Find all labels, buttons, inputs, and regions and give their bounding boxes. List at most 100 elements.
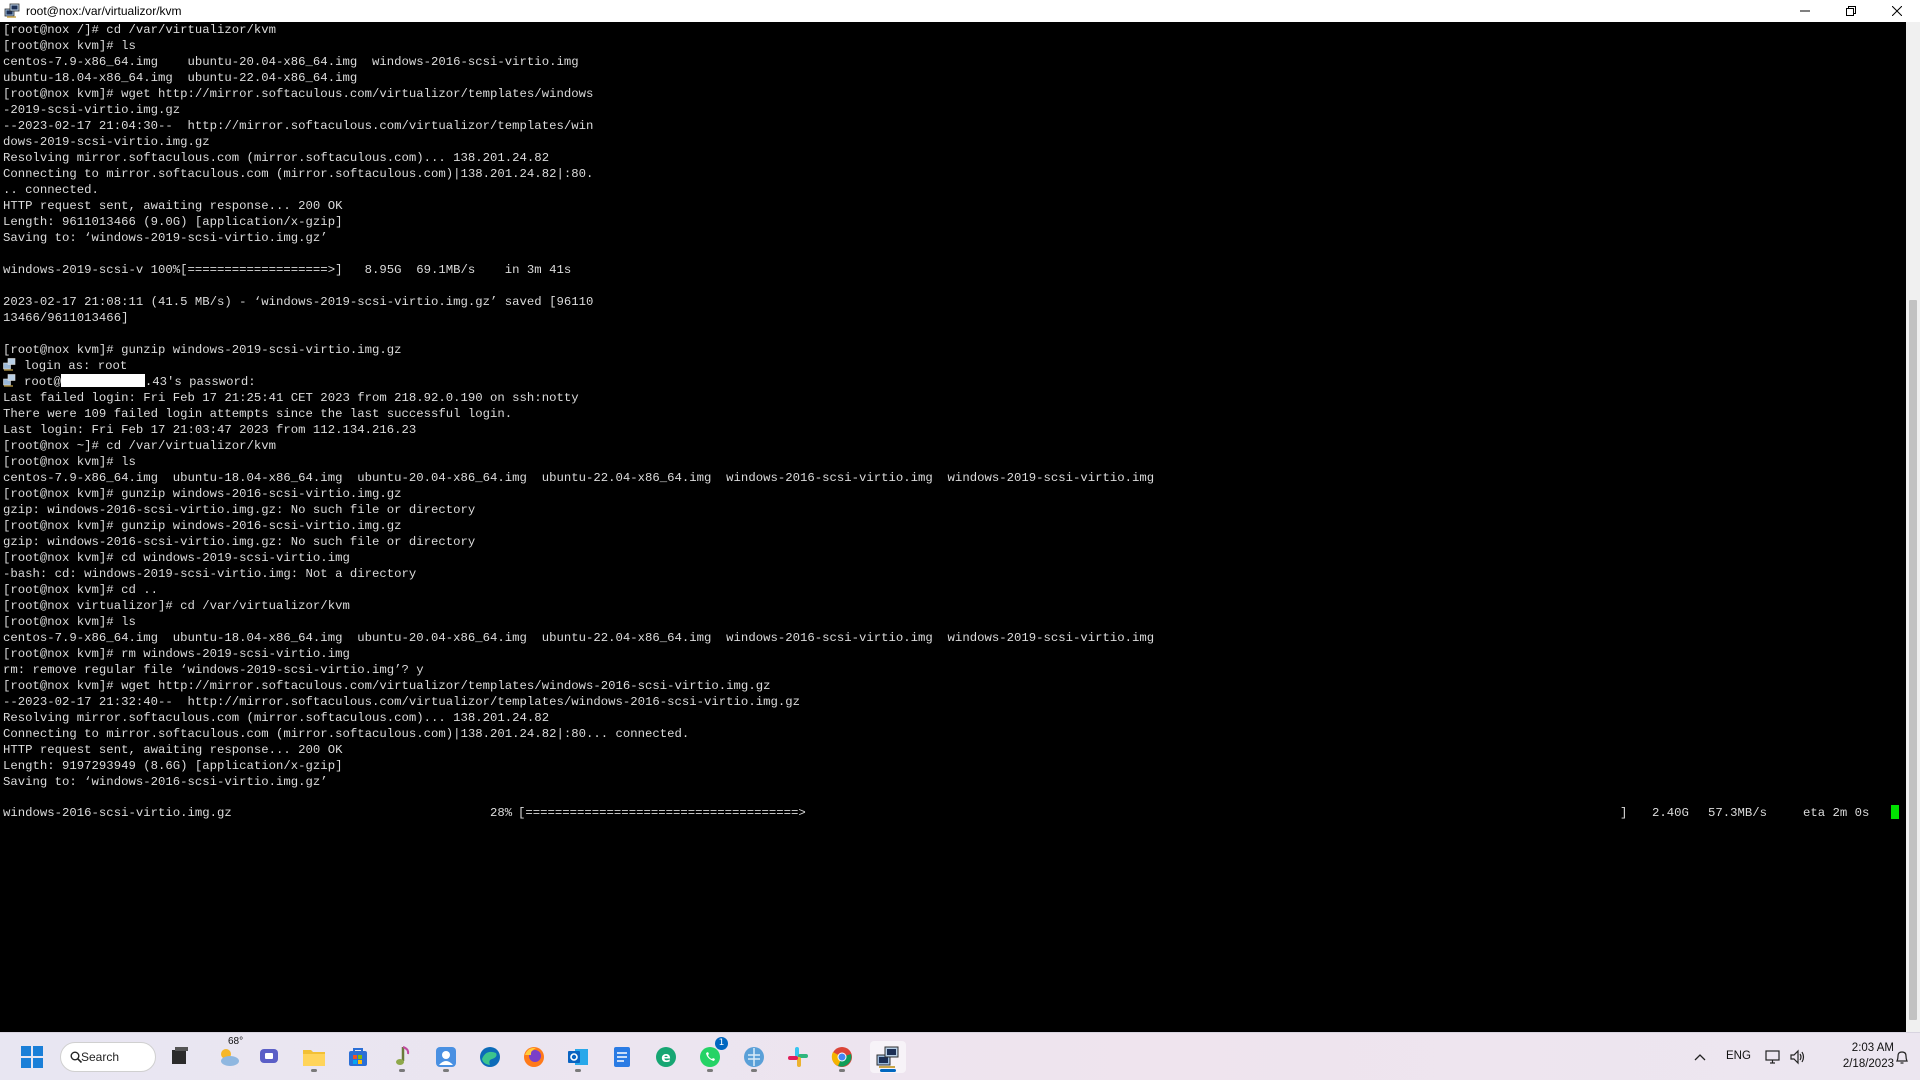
terminal-line: gzip: windows-2016-scsi-virtio.img.gz: N… xyxy=(3,535,476,549)
language-indicator[interactable]: ENG xyxy=(1726,1050,1751,1062)
running-indicator xyxy=(839,1069,845,1072)
progress-percent: 28% xyxy=(490,806,513,820)
running-indicator xyxy=(751,1069,757,1072)
volume-icon[interactable] xyxy=(1786,1041,1810,1073)
terminal-line: Saving to: ‘windows-2016-scsi-virtio.img… xyxy=(3,775,328,789)
task-view-icon[interactable] xyxy=(164,1041,196,1073)
scrollbar-thumb[interactable] xyxy=(1909,300,1917,1020)
taskbar-search[interactable]: Search xyxy=(60,1042,156,1072)
progress-eta: eta 2m 0s xyxy=(1803,806,1870,820)
progress-bar: [=====================================> xyxy=(518,806,806,820)
audio-app-icon[interactable] xyxy=(386,1041,418,1073)
terminal-line: Connecting to mirror.softaculous.com (mi… xyxy=(3,167,594,181)
terminal-line: [root@nox kvm]# cd .. xyxy=(3,583,158,597)
progress-bar-end: ] xyxy=(1620,806,1628,820)
clock[interactable]: 2:03 AM 2/18/2023 xyxy=(1814,1041,1894,1073)
terminal-line: ubuntu-18.04-x86_64.img ubuntu-22.04-x86… xyxy=(3,71,358,85)
running-indicator xyxy=(575,1069,581,1072)
terminal-line: centos-7.9-x86_64.img ubuntu-18.04-x86_6… xyxy=(3,631,1155,645)
teams-chat-icon[interactable] xyxy=(254,1041,286,1073)
putty-session-icon xyxy=(3,358,16,371)
terminal-line: [root@nox ~]# cd /var/virtualizor/kvm xyxy=(3,439,277,453)
terminal-line: dows-2019-scsi-virtio.img.gz xyxy=(3,135,210,149)
terminal-line: gzip: windows-2016-scsi-virtio.img.gz: N… xyxy=(3,503,476,517)
terminal-line: [root@nox kvm]# gunzip windows-2016-scsi… xyxy=(3,487,402,501)
password-prompt-prefix: root@ xyxy=(24,375,61,389)
terminal-line: [root@nox kvm]# gunzip windows-2016-scsi… xyxy=(3,519,402,533)
terminal-line: --2023-02-17 21:32:40-- http://mirror.so… xyxy=(3,695,800,709)
edge-alt-icon[interactable]: e xyxy=(650,1041,682,1073)
terminal-line: [root@nox kvm]# ls xyxy=(3,615,136,629)
terminal-output[interactable]: [root@nox /]# cd /var/virtualizor/kvm [ro… xyxy=(0,22,1906,1032)
terminal-line: [root@nox kvm]# rm windows-2019-scsi-vir… xyxy=(3,647,350,661)
terminal-line: -bash: cd: windows-2019-scsi-virtio.img:… xyxy=(3,567,417,581)
running-indicator xyxy=(707,1069,713,1072)
whatsapp-notification-badge: 1 xyxy=(715,1037,728,1050)
window-title-bar[interactable]: root@nox:/var/virtualizor/kvm xyxy=(0,0,1920,22)
notepad-icon[interactable] xyxy=(606,1041,638,1073)
terminal-line: root@ .43's password: xyxy=(3,374,1906,390)
network-status-icon[interactable] xyxy=(1762,1041,1786,1073)
running-indicator xyxy=(399,1069,405,1072)
terminal-line: Saving to: ‘windows-2019-scsi-virtio.img… xyxy=(3,231,328,245)
network-app-icon[interactable] xyxy=(738,1041,770,1073)
terminal-line: centos-7.9-x86_64.img ubuntu-18.04-x86_6… xyxy=(3,471,1155,485)
terminal-line: centos-7.9-x86_64.img ubuntu-20.04-x86_6… xyxy=(3,55,579,69)
terminal-line: [root@nox kvm]# ls xyxy=(3,455,136,469)
start-button-icon[interactable] xyxy=(16,1041,48,1073)
firefox-icon[interactable] xyxy=(518,1041,550,1073)
terminal-line: [root@nox virtualizor]# cd /var/virtuali… xyxy=(3,599,350,613)
clock-time: 2:03 AM xyxy=(1851,1042,1894,1054)
close-button[interactable] xyxy=(1874,0,1920,22)
terminal-line: [root@nox kvm]# wget http://mirror.softa… xyxy=(3,679,771,693)
putty-session-icon xyxy=(3,374,16,387)
terminal-line: rm: remove regular file ‘windows-2019-sc… xyxy=(3,663,424,677)
running-indicator xyxy=(443,1069,449,1072)
window-title: root@nox:/var/virtualizor/kvm xyxy=(26,4,182,18)
contacts-app-icon[interactable] xyxy=(430,1041,462,1073)
whatsapp-icon[interactable]: 1 xyxy=(694,1037,728,1073)
terminal-line: Length: 9197293949 (8.6G) [application/x… xyxy=(3,759,343,773)
terminal-line: .. connected. xyxy=(3,183,99,197)
terminal-line: [root@nox kvm]# cd windows-2019-scsi-vir… xyxy=(3,551,350,565)
terminal-lines: [root@nox /]# cd /var/virtualizor/kvm [ro… xyxy=(0,22,1906,806)
restore-button[interactable] xyxy=(1828,0,1874,22)
weather-widget-icon[interactable]: 68° xyxy=(212,1036,244,1073)
microsoft-store-icon[interactable] xyxy=(342,1041,374,1073)
weather-temperature: 68° xyxy=(228,1036,244,1047)
chrome-icon[interactable] xyxy=(826,1041,858,1073)
show-hidden-icons-chevron-icon[interactable] xyxy=(1688,1041,1712,1073)
terminal-scrollbar[interactable] xyxy=(1906,22,1920,1032)
notification-bell-icon[interactable] xyxy=(1890,1041,1914,1073)
terminal-line: 13466/9611013466] xyxy=(3,311,129,325)
terminal-line: [root@nox kvm]# ls xyxy=(3,39,136,53)
edge-icon[interactable] xyxy=(474,1041,506,1073)
terminal-line: -2019-scsi-virtio.img.gz xyxy=(3,103,181,117)
terminal-line: Resolving mirror.softaculous.com (mirror… xyxy=(3,711,550,725)
terminal-line: [root@nox kvm]# gunzip windows-2019-scsi… xyxy=(3,343,402,357)
running-indicator xyxy=(311,1069,317,1072)
putty-icon[interactable] xyxy=(4,3,20,19)
outlook-icon[interactable] xyxy=(562,1041,594,1073)
terminal-line: Last failed login: Fri Feb 17 21:25:41 C… xyxy=(3,391,579,405)
slack-icon[interactable] xyxy=(782,1041,814,1073)
search-label: Search xyxy=(81,1050,120,1064)
minimize-button[interactable] xyxy=(1782,0,1828,22)
terminal-line: 2023-02-17 21:08:11 (41.5 MB/s) - ‘windo… xyxy=(3,295,594,309)
terminal-line: Resolving mirror.softaculous.com (mirror… xyxy=(3,151,550,165)
svg-text:e: e xyxy=(661,1050,671,1066)
search-icon xyxy=(70,1051,82,1063)
terminal-line: Connecting to mirror.softaculous.com (mi… xyxy=(3,727,690,741)
terminal-line: Length: 9611013466 (9.0G) [application/x… xyxy=(3,215,343,229)
progress-size: 2.40G xyxy=(1652,806,1689,820)
download-progress-line: windows-2016-scsi-virtio.img.gz 28% [===… xyxy=(3,805,1903,821)
file-explorer-icon[interactable] xyxy=(298,1041,330,1073)
progress-rate: 57.3MB/s xyxy=(1708,806,1768,820)
login-prompt-text: login as: root xyxy=(24,359,128,373)
putty-taskbar-icon[interactable] xyxy=(870,1041,906,1073)
terminal-line: HTTP request sent, awaiting response... … xyxy=(3,743,343,757)
terminal-line: login as: root xyxy=(3,358,1906,374)
